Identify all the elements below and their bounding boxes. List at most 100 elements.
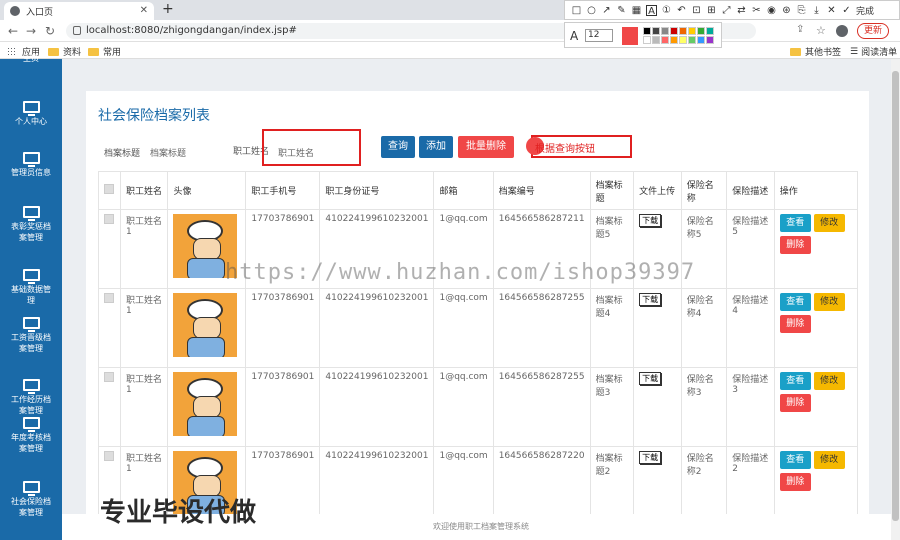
close-tab-icon[interactable]: ✕ [140,5,148,16]
palette-swatch[interactable] [679,27,687,35]
row-checkbox[interactable] [104,293,114,303]
palette-swatch[interactable] [679,36,687,44]
palette-swatch[interactable] [688,27,696,35]
cell-text: 档案标题4 [595,296,623,319]
palette-swatch[interactable] [670,27,678,35]
copy-icon[interactable]: ⎘ [796,5,807,16]
delete-button[interactable]: 删除 [779,473,811,491]
cell-text: 职工姓名1 [125,375,162,395]
palette-swatch[interactable] [652,36,660,44]
share-icon[interactable]: ⇪ [796,24,804,35]
monitor-icon [22,417,40,432]
color-palette[interactable] [643,27,719,45]
select-all-checkbox[interactable] [104,184,114,194]
scrollbar-thumb[interactable] [892,71,899,521]
reload-icon[interactable]: ↻ [45,24,55,38]
cell-text: 1@qq.com [439,214,488,224]
ellipse-tool-icon[interactable]: ○ [586,5,597,16]
edit-button[interactable]: 修改 [813,451,845,469]
page-title: 社会保险档案列表 [98,108,210,124]
download-icon[interactable]: ⤓ [811,5,822,16]
batch-delete-button[interactable]: 批量删除 [458,136,514,158]
add-button[interactable]: 添加 [419,136,453,158]
translate-icon[interactable]: ⇄ [736,5,747,16]
palette-swatch[interactable] [706,36,714,44]
download-button[interactable]: 下载 [639,214,662,227]
view-button[interactable]: 查看 [779,293,811,311]
bookmark-folder[interactable]: 常用 [88,45,121,58]
edit-button[interactable]: 修改 [813,372,845,390]
done-label[interactable]: 完成 [856,4,874,17]
pin-icon[interactable]: ⊞ [706,5,717,16]
profile-avatar[interactable] [836,25,848,37]
palette-swatch[interactable] [661,27,669,35]
view-button[interactable]: 查看 [779,451,811,469]
row-checkbox[interactable] [104,372,114,382]
undo-icon[interactable]: ↶ [676,5,687,16]
palette-swatch[interactable] [652,27,660,35]
star-icon[interactable]: ☆ [816,24,826,37]
forward-icon[interactable]: → [26,24,36,38]
delete-button[interactable]: 删除 [779,236,811,254]
cancel-icon[interactable]: ✕ [826,5,837,16]
cell-text: 164566586287211 [498,214,585,224]
title-search-label: 档案标题 [104,149,141,159]
pen-tool-icon[interactable]: ✎ [616,5,627,16]
rect-tool-icon[interactable]: □ [571,5,582,16]
record-icon[interactable]: ◉ [766,5,777,16]
row-checkbox[interactable] [104,214,114,224]
sidebar-item[interactable]: 管理员信息 [0,152,62,178]
check-icon[interactable]: ✓ [841,5,852,16]
browser-tab[interactable]: 入口页 ✕ [4,2,154,20]
arrow-tool-icon[interactable]: ↗ [601,5,612,16]
expand-icon[interactable]: ⤢ [721,5,732,16]
title-search-input[interactable]: 档案标题 [150,146,186,159]
palette-swatch[interactable] [643,36,651,44]
text-tool-icon[interactable]: A [646,4,657,17]
number-tool-icon[interactable]: ① [661,5,672,16]
row-checkbox[interactable] [104,451,114,461]
palette-swatch[interactable] [697,36,705,44]
query-button[interactable]: 查询 [381,136,415,158]
cell-text: 1@qq.com [439,451,488,461]
ocr-icon[interactable]: ⊛ [781,5,792,16]
palette-swatch[interactable] [706,27,714,35]
back-icon[interactable]: ← [8,24,18,38]
font-size-select[interactable]: 12 [585,29,613,42]
sidebar-item-label: 工资晋级档案管理 [11,333,51,353]
sidebar: 主页个人中心管理员信息表彰奖惩档案管理 基础数据管理工资晋级档案管理工作经历档案管… [0,54,62,540]
sidebar-item[interactable]: 基础数据管理 [0,269,62,306]
palette-swatch[interactable] [697,27,705,35]
edit-button[interactable]: 修改 [813,214,845,232]
download-button[interactable]: 下载 [639,451,662,464]
delete-button[interactable]: 删除 [779,394,811,412]
scrollbar[interactable] [891,59,900,540]
palette-swatch[interactable] [643,27,651,35]
sidebar-item[interactable]: 工作经历档案管理 [0,379,62,416]
sidebar-item[interactable]: 主页 [0,53,62,64]
edit-button[interactable]: 修改 [813,293,845,311]
sidebar-item[interactable]: 表彰奖惩档案管理 [0,206,62,243]
delete-button[interactable]: 删除 [779,315,811,333]
save-icon[interactable]: ⊡ [691,5,702,16]
view-button[interactable]: 查看 [779,372,811,390]
sidebar-item[interactable]: 个人中心 [0,101,62,127]
mosaic-tool-icon[interactable]: ▦ [631,5,642,16]
clip-icon[interactable]: ✂ [751,5,762,16]
download-button[interactable]: 下载 [639,293,662,306]
cell-phone: 17703786901 [245,367,321,447]
sidebar-item[interactable]: 年度考核档案管理 [0,417,62,454]
sidebar-item[interactable]: 社会保险档案管理 [0,481,62,518]
update-button[interactable]: 更新 [857,23,890,39]
palette-swatch[interactable] [670,36,678,44]
bookmark-other[interactable]: 其他书签 [790,45,841,58]
palette-swatch[interactable] [688,36,696,44]
view-button[interactable]: 查看 [779,214,811,232]
palette-swatch[interactable] [661,36,669,44]
reading-list[interactable]: ☰ 阅读清单 [850,45,897,59]
cell-name: 职工姓名1 [119,288,169,368]
new-tab-icon[interactable]: + [162,1,174,17]
current-color-swatch[interactable] [622,27,638,45]
sidebar-item[interactable]: 工资晋级档案管理 [0,317,62,354]
download-button[interactable]: 下载 [639,372,662,385]
